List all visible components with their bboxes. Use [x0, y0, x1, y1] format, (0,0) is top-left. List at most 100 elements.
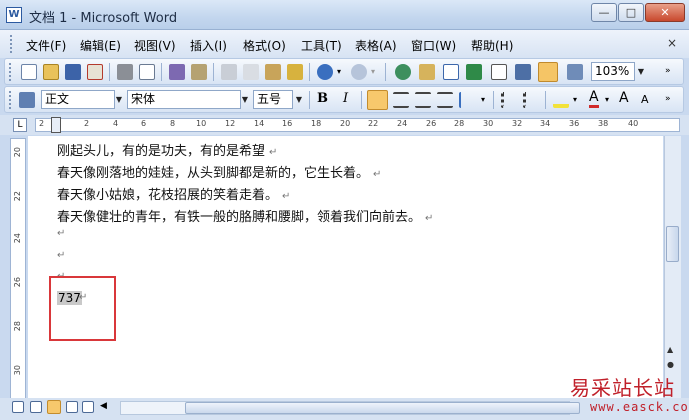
new-doc-icon[interactable]: [21, 64, 37, 80]
web-layout-icon[interactable]: [30, 401, 42, 413]
word-app-icon[interactable]: W: [6, 7, 22, 23]
indent-marker-icon[interactable]: [51, 117, 61, 133]
menu-format[interactable]: 格式(O): [243, 37, 286, 54]
close-button[interactable]: ✕: [645, 3, 685, 22]
maximize-button[interactable]: □: [618, 3, 644, 22]
research-icon[interactable]: [191, 64, 207, 80]
format-painter-icon[interactable]: [287, 64, 303, 80]
separator: [493, 91, 494, 109]
redo-dropdown-icon[interactable]: ▾: [371, 67, 375, 76]
separator: [213, 63, 214, 81]
highlight-icon[interactable]: [553, 92, 569, 108]
shrink-font-button[interactable]: A: [641, 93, 649, 106]
horizontal-ruler[interactable]: 2 2 4 6 8 10 12 14 16 18 20 22 24 26 28 …: [35, 117, 680, 133]
align-justify-icon[interactable]: [367, 90, 388, 110]
toolbar-options-icon[interactable]: »: [665, 66, 671, 76]
insert-table-icon[interactable]: [443, 64, 459, 80]
menu-tools[interactable]: 工具(T): [301, 37, 342, 54]
numbering-icon[interactable]: [501, 92, 517, 108]
zoom-dropdown-icon[interactable]: ▼: [635, 62, 647, 81]
outline-view-icon[interactable]: [66, 401, 78, 413]
highlight-dropdown-icon[interactable]: ▾: [573, 95, 577, 104]
paragraph-line[interactable]: 春天像刚落地的娃娃，从头到脚都是新的，它生长着。 ↵: [57, 162, 381, 181]
tab-selector-icon[interactable]: L: [13, 118, 27, 132]
menu-view[interactable]: 视图(V): [134, 37, 176, 54]
redo-icon[interactable]: [351, 64, 367, 80]
horizontal-scroll-thumb[interactable]: [185, 402, 580, 414]
vruler-tick: 24: [13, 233, 22, 244]
align-right-icon[interactable]: [415, 92, 431, 108]
styles-formatting-icon[interactable]: [19, 92, 35, 108]
font-size-dropdown-icon[interactable]: ▼: [293, 90, 305, 109]
align-center-icon[interactable]: [393, 92, 409, 108]
cut-icon[interactable]: [221, 64, 237, 80]
copy-icon[interactable]: [243, 64, 259, 80]
style-select[interactable]: 正文: [41, 90, 115, 109]
open-folder-icon[interactable]: [43, 64, 59, 80]
zoom-select[interactable]: 103%: [591, 62, 635, 81]
font-color-icon[interactable]: A: [589, 89, 599, 108]
normal-view-icon[interactable]: [12, 401, 24, 413]
permission-icon[interactable]: [87, 64, 103, 80]
menu-file[interactable]: 文件(F): [26, 37, 66, 54]
font-color-dropdown-icon[interactable]: ▾: [605, 95, 609, 104]
paragraph-mark: ↵: [425, 213, 434, 224]
print-layout-icon[interactable]: [47, 400, 61, 414]
insert-excel-icon[interactable]: [466, 64, 482, 80]
menu-help[interactable]: 帮助(H): [471, 37, 513, 54]
hyperlink-icon[interactable]: [395, 64, 411, 80]
paragraph-mark[interactable]: ↵: [57, 250, 65, 261]
toolbar-grip[interactable]: [9, 91, 12, 109]
font-size-select[interactable]: 五号: [253, 90, 293, 109]
vertical-scrollbar[interactable]: [664, 136, 681, 398]
menu-table[interactable]: 表格(A): [355, 37, 397, 54]
save-icon[interactable]: [65, 64, 81, 80]
menu-insert[interactable]: 插入(I): [190, 37, 227, 54]
paragraph-line[interactable]: 刚起头儿，有的是功夫，有的是希望 ↵: [57, 140, 277, 159]
show-hide-icon[interactable]: [567, 64, 583, 80]
style-dropdown-icon[interactable]: ▼: [113, 90, 125, 109]
paragraph-line[interactable]: 春天像小姑娘，花枝招展的笑着走着。 ↵: [57, 184, 290, 203]
toolbar-grip[interactable]: [9, 63, 12, 81]
scroll-left-icon[interactable]: ◀: [100, 401, 107, 411]
ruler-tick: 2: [39, 119, 45, 128]
distributed-align-icon[interactable]: [437, 92, 453, 108]
print-icon[interactable]: [117, 64, 133, 80]
ruler-tick: 6: [141, 119, 147, 128]
minimize-button[interactable]: —: [591, 3, 617, 22]
ruler-tick: 4: [113, 119, 119, 128]
prev-page-icon[interactable]: ▲: [667, 345, 673, 354]
bold-button[interactable]: B: [317, 91, 328, 106]
font-dropdown-icon[interactable]: ▼: [239, 90, 251, 109]
select-browse-object-icon[interactable]: ●: [667, 360, 674, 369]
undo-icon[interactable]: [317, 64, 333, 80]
doc-map-icon[interactable]: [538, 62, 558, 82]
ruler-tick: 28: [454, 119, 465, 128]
vertical-scroll-thumb[interactable]: [666, 226, 679, 262]
vruler-tick: 22: [13, 191, 22, 202]
print-preview-icon[interactable]: [139, 64, 155, 80]
line-spacing-icon[interactable]: [459, 92, 475, 108]
vertical-ruler[interactable]: 20 22 24 26 28 30: [10, 138, 26, 400]
line-spacing-dropdown-icon[interactable]: ▾: [481, 95, 485, 104]
reading-layout-icon[interactable]: [82, 401, 94, 413]
menubar-grip[interactable]: [10, 35, 13, 53]
bullets-icon[interactable]: [523, 92, 539, 108]
menu-edit[interactable]: 编辑(E): [80, 37, 121, 54]
columns-icon[interactable]: [491, 64, 507, 80]
close-document-icon[interactable]: ×: [667, 36, 677, 50]
toolbar-options-icon[interactable]: »: [665, 94, 671, 104]
paste-icon[interactable]: [265, 64, 281, 80]
font-select[interactable]: 宋体: [127, 90, 241, 109]
undo-dropdown-icon[interactable]: ▾: [337, 67, 341, 76]
spelling-icon[interactable]: [169, 64, 185, 80]
paragraph-mark[interactable]: ↵: [57, 228, 65, 239]
drawing-icon[interactable]: [515, 64, 531, 80]
tables-borders-icon[interactable]: [419, 64, 435, 80]
paragraph-line[interactable]: 春天像健壮的青年，有铁一般的胳膊和腰脚，领着我们向前去。 ↵: [57, 206, 433, 225]
highlight-annotation-box: [49, 276, 116, 341]
italic-button[interactable]: I: [343, 91, 348, 106]
menu-window[interactable]: 窗口(W): [411, 37, 456, 54]
grow-font-button[interactable]: A: [619, 90, 629, 106]
ruler-tick: 2: [84, 119, 90, 128]
